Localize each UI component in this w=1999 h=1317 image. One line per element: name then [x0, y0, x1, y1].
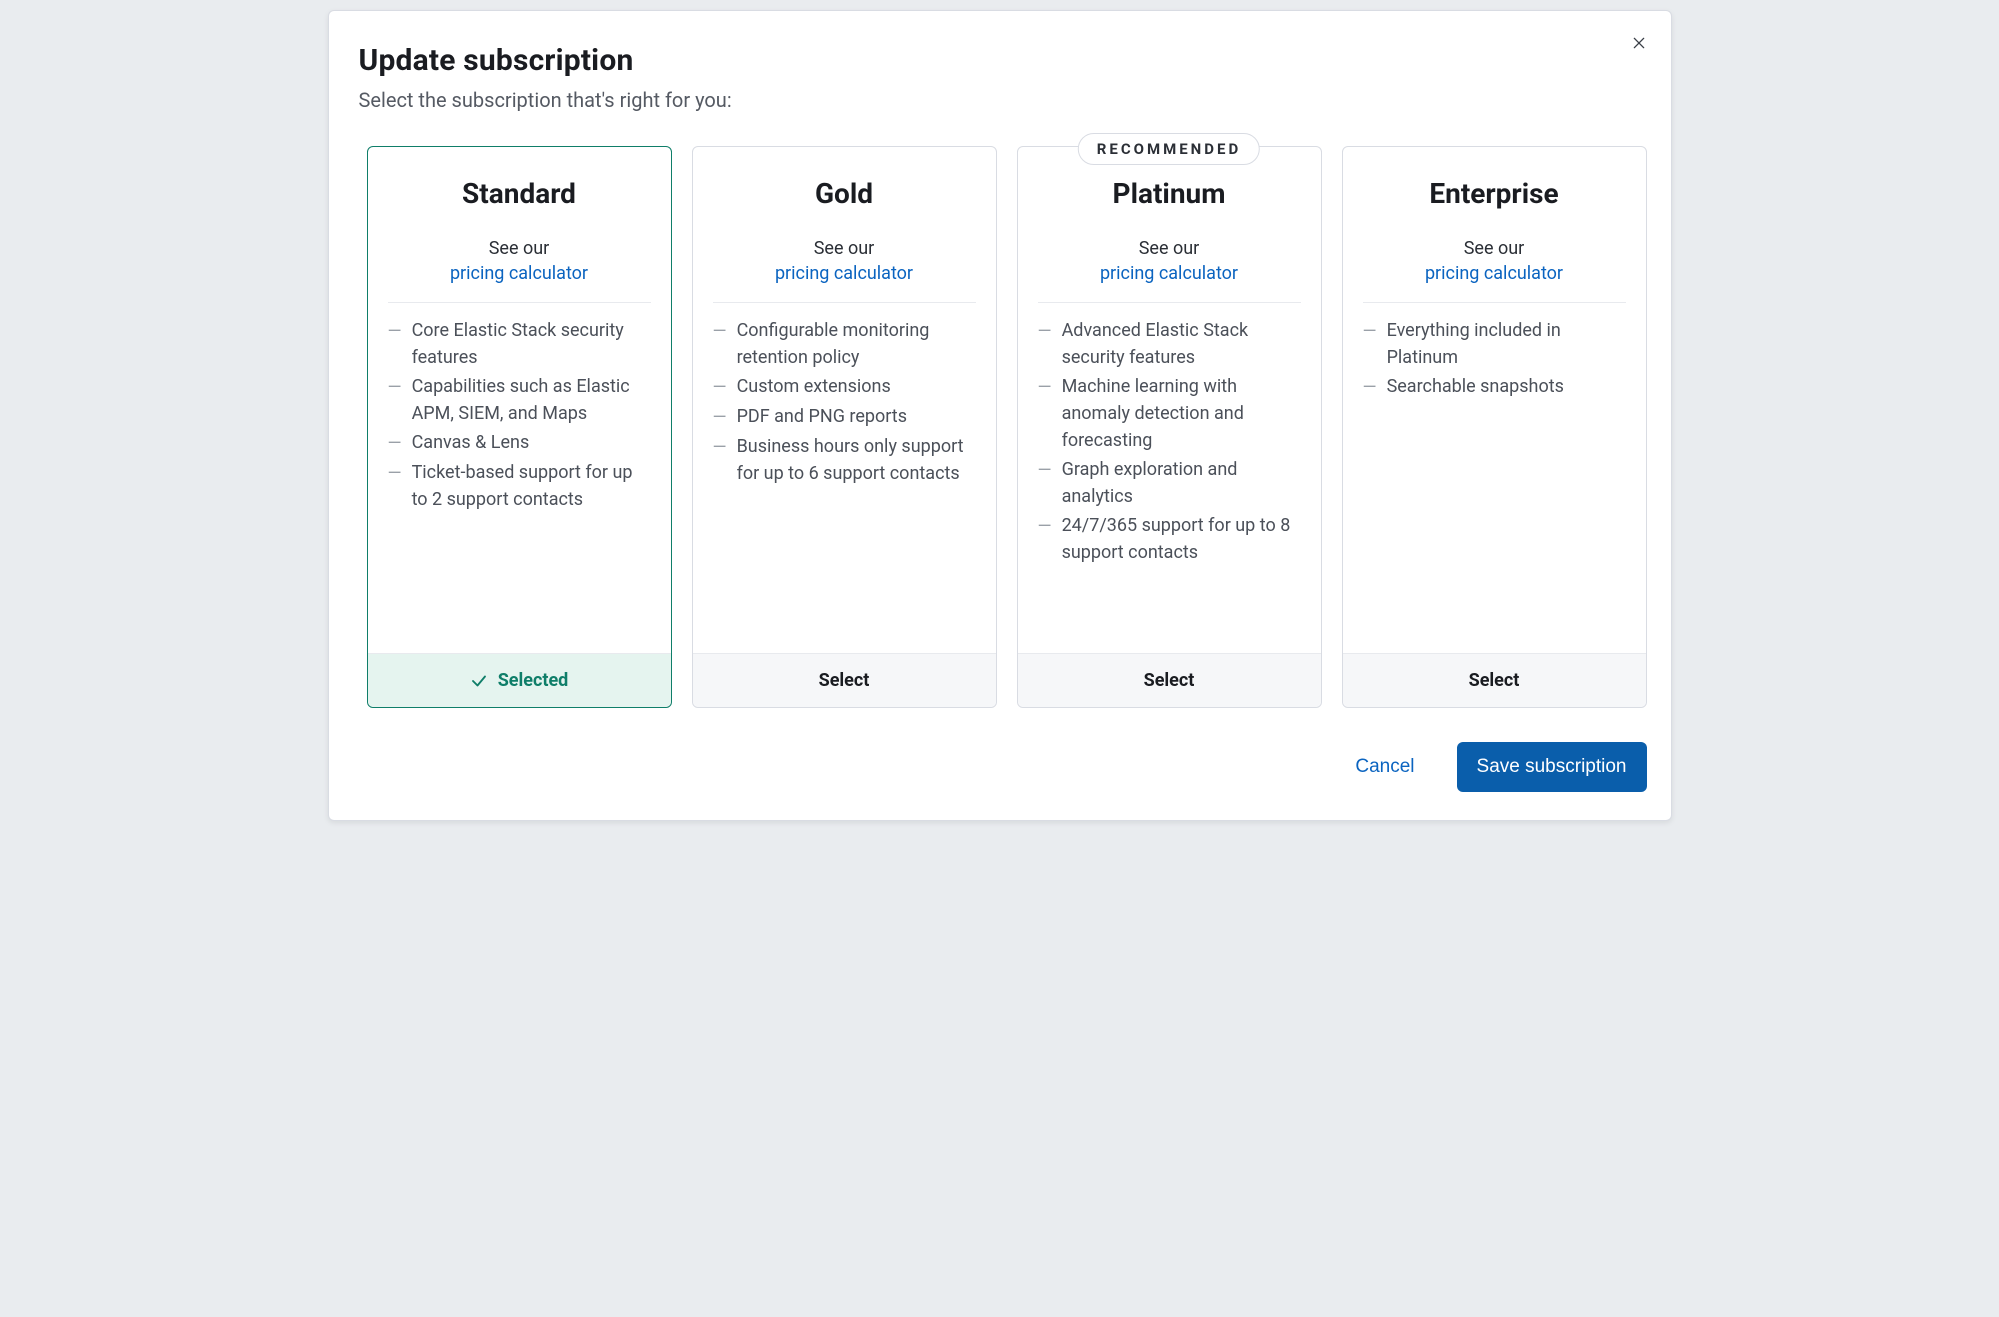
recommended-badge: RECOMMENDED	[1078, 133, 1260, 165]
plan-name: Gold	[713, 177, 976, 210]
feature-item: Ticket-based support for up to 2 support…	[388, 459, 651, 513]
feature-item: Searchable snapshots	[1363, 373, 1626, 401]
plan-body: Standard See our pricing calculator Core…	[368, 147, 671, 653]
close-icon	[1631, 33, 1647, 53]
plans-row: Standard See our pricing calculator Core…	[367, 146, 1647, 708]
feature-item: Capabilities such as Elastic APM, SIEM, …	[388, 373, 651, 427]
selected-label: Selected	[498, 670, 569, 691]
modal-actions: Cancel Save subscription	[357, 742, 1647, 792]
feature-text: Custom extensions	[737, 373, 891, 401]
cancel-button[interactable]: Cancel	[1335, 742, 1434, 792]
feature-list: Advanced Elastic Stack security features…	[1038, 317, 1301, 566]
feature-text: Everything included in Platinum	[1387, 317, 1626, 371]
plan-name: Platinum	[1038, 177, 1301, 210]
plan-body: Gold See our pricing calculator Configur…	[693, 147, 996, 653]
feature-text: Capabilities such as Elastic APM, SIEM, …	[412, 373, 651, 427]
feature-item: Business hours only support for up to 6 …	[713, 433, 976, 487]
select-label: Select	[819, 670, 870, 691]
save-subscription-button[interactable]: Save subscription	[1457, 742, 1647, 792]
pricing-calculator-link[interactable]: pricing calculator	[1363, 263, 1626, 284]
feature-item: Core Elastic Stack security features	[388, 317, 651, 371]
feature-text: Core Elastic Stack security features	[412, 317, 651, 371]
feature-item: PDF and PNG reports	[713, 403, 976, 431]
close-button[interactable]	[1625, 29, 1653, 57]
feature-text: Ticket-based support for up to 2 support…	[412, 459, 651, 513]
feature-item: Advanced Elastic Stack security features	[1038, 317, 1301, 371]
update-subscription-modal: Update subscription Select the subscript…	[328, 10, 1672, 821]
feature-item: Machine learning with anomaly detection …	[1038, 373, 1301, 454]
see-our-label: See our	[814, 238, 875, 259]
plan-card-enterprise[interactable]: Enterprise See our pricing calculator Ev…	[1342, 146, 1647, 708]
feature-text: Advanced Elastic Stack security features	[1062, 317, 1301, 371]
feature-text: Business hours only support for up to 6 …	[737, 433, 976, 487]
plan-select-button[interactable]: Selected	[368, 653, 671, 707]
pricing-calculator-link[interactable]: pricing calculator	[1038, 263, 1301, 284]
plan-select-button[interactable]: Select	[1343, 653, 1646, 707]
feature-list: Core Elastic Stack security features Cap…	[388, 317, 651, 513]
feature-item: Graph exploration and analytics	[1038, 456, 1301, 510]
divider	[713, 302, 976, 303]
plan-card-platinum[interactable]: RECOMMENDED Platinum See our pricing cal…	[1017, 146, 1322, 708]
plan-body: Enterprise See our pricing calculator Ev…	[1343, 147, 1646, 653]
feature-item: Custom extensions	[713, 373, 976, 401]
modal-title: Update subscription	[359, 43, 1647, 78]
select-label: Select	[1469, 670, 1520, 691]
feature-list: Configurable monitoring retention policy…	[713, 317, 976, 487]
plan-card-standard[interactable]: Standard See our pricing calculator Core…	[367, 146, 672, 708]
feature-text: Configurable monitoring retention policy	[737, 317, 976, 371]
pricing-calculator-link[interactable]: pricing calculator	[713, 263, 976, 284]
see-our-label: See our	[1464, 238, 1525, 259]
plan-select-button[interactable]: Select	[693, 653, 996, 707]
select-label: Select	[1144, 670, 1195, 691]
feature-text: Machine learning with anomaly detection …	[1062, 373, 1301, 454]
plan-body: Platinum See our pricing calculator Adva…	[1018, 147, 1321, 653]
feature-text: Canvas & Lens	[412, 429, 530, 457]
check-icon	[470, 672, 488, 690]
feature-list: Everything included in Platinum Searchab…	[1363, 317, 1626, 401]
feature-item: Configurable monitoring retention policy	[713, 317, 976, 371]
divider	[1363, 302, 1626, 303]
feature-text: Graph exploration and analytics	[1062, 456, 1301, 510]
see-our-label: See our	[489, 238, 550, 259]
feature-item: Everything included in Platinum	[1363, 317, 1626, 371]
feature-text: Searchable snapshots	[1387, 373, 1564, 401]
pricing-cta: See our pricing calculator	[1038, 238, 1301, 284]
divider	[388, 302, 651, 303]
feature-text: PDF and PNG reports	[737, 403, 907, 431]
pricing-cta: See our pricing calculator	[388, 238, 651, 284]
divider	[1038, 302, 1301, 303]
plan-card-gold[interactable]: Gold See our pricing calculator Configur…	[692, 146, 997, 708]
modal-subtitle: Select the subscription that's right for…	[359, 88, 1647, 112]
plan-name: Enterprise	[1363, 177, 1626, 210]
pricing-cta: See our pricing calculator	[1363, 238, 1626, 284]
feature-item: 24/7/365 support for up to 8 support con…	[1038, 512, 1301, 566]
pricing-calculator-link[interactable]: pricing calculator	[388, 263, 651, 284]
see-our-label: See our	[1139, 238, 1200, 259]
plan-name: Standard	[388, 177, 651, 210]
feature-item: Canvas & Lens	[388, 429, 651, 457]
plan-select-button[interactable]: Select	[1018, 653, 1321, 707]
pricing-cta: See our pricing calculator	[713, 238, 976, 284]
feature-text: 24/7/365 support for up to 8 support con…	[1062, 512, 1301, 566]
